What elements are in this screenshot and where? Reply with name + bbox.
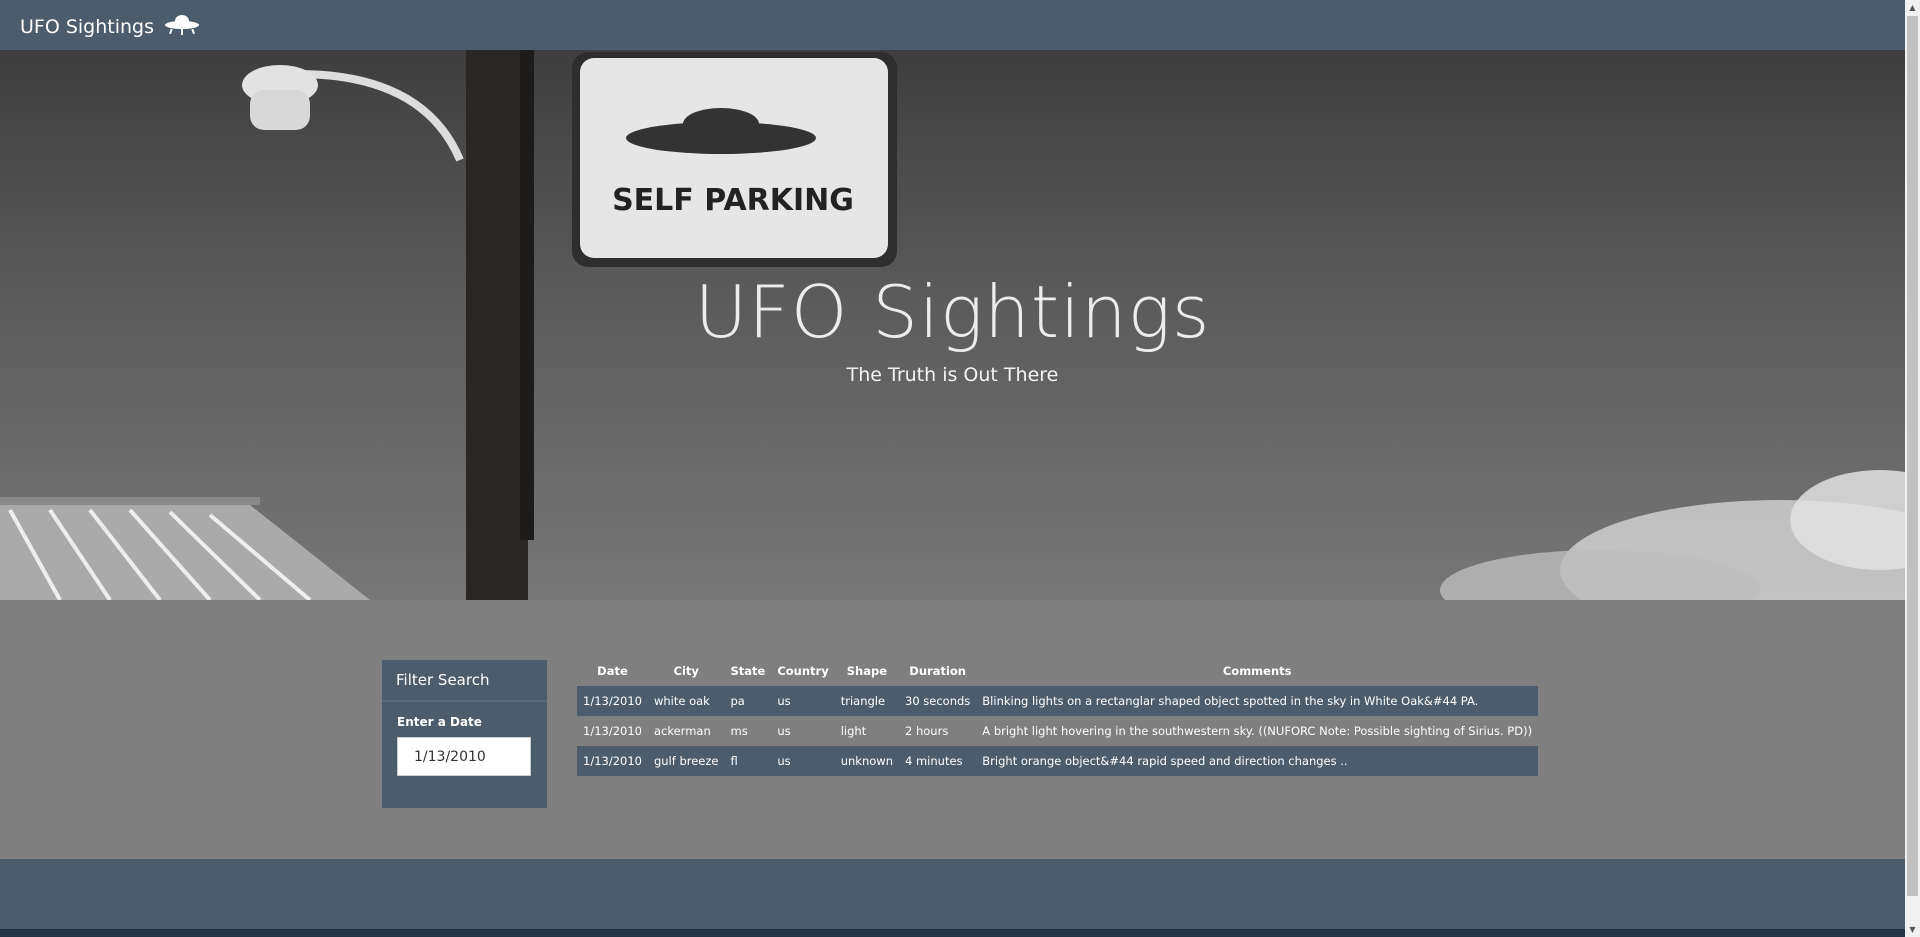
table-cell: gulf breeze [653, 754, 719, 768]
table-cell: triangle [840, 694, 886, 708]
table-cell: pa [730, 694, 745, 708]
column-header: Shape [846, 664, 887, 678]
table-row: 1/13/2010 gulf breeze fl us unknown 4 mi… [577, 746, 1539, 776]
navbar: UFO Sightings [0, 0, 1920, 50]
column-header: Duration [909, 664, 966, 678]
footer [0, 859, 1905, 937]
column-header: Country [777, 664, 829, 678]
filter-heading: Filter Search [382, 660, 547, 702]
hero-subtitle: The Truth is Out There [846, 364, 1059, 386]
table-cell: Bright orange object&#44 rapid speed and… [982, 754, 1348, 768]
table-row: 1/13/2010 white oak pa us triangle 30 se… [577, 686, 1539, 716]
table-cell: 1/13/2010 [583, 724, 642, 738]
table-cell: Blinking lights on a rectanglar shaped o… [982, 694, 1479, 708]
ufo-icon [164, 12, 200, 41]
table-cell: light [840, 724, 867, 738]
scroll-up-icon[interactable]: ▲ [1905, 0, 1920, 15]
date-input[interactable] [397, 737, 531, 776]
table-cell: A bright light hovering in the southwest… [982, 724, 1533, 738]
table-cell: unknown [840, 754, 893, 768]
table-cell: us [777, 724, 791, 738]
table-cell: us [777, 694, 791, 708]
footer-edge [0, 929, 1905, 937]
date-label: Enter a Date [397, 715, 482, 729]
hero-banner: SELF PARKING UFO Sightings The Truth is … [0, 50, 1905, 600]
brand-link[interactable]: UFO Sightings [20, 12, 200, 41]
scroll-down-icon[interactable]: ▼ [1905, 922, 1920, 937]
hero-title: UFO Sightings [694, 270, 1211, 354]
table-cell: fl [730, 754, 738, 768]
column-header: State [730, 664, 766, 678]
table-cell: 2 hours [905, 724, 949, 738]
column-header: Comments [1222, 664, 1292, 678]
table-header-row: Date City State Country Shape Duration C… [577, 656, 1538, 686]
table-cell: 4 minutes [905, 754, 963, 768]
sightings-table: Date City State Country Shape Duration C… [577, 656, 1539, 776]
filter-panel: Filter Search Enter a Date [382, 660, 547, 808]
column-header: Date [597, 664, 628, 678]
table-row: 1/13/2010 ackerman ms us light 2 hours A… [577, 716, 1539, 746]
scroll-thumb[interactable] [1907, 16, 1918, 896]
table-cell: 1/13/2010 [583, 694, 642, 708]
table-cell: 1/13/2010 [583, 754, 642, 768]
brand-label: UFO Sightings [20, 15, 155, 38]
sign-text: SELF PARKING [612, 183, 854, 218]
table-cell: 30 seconds [905, 694, 971, 708]
table-cell: white oak [653, 694, 710, 708]
main-content: Filter Search Enter a Date Date City Sta… [0, 600, 1905, 859]
page-scrollbar[interactable]: ▲ ▼ [1905, 0, 1920, 937]
table-cell: ackerman [653, 724, 711, 738]
table-cell: us [777, 754, 791, 768]
column-header: City [673, 664, 699, 678]
table-cell: ms [730, 724, 748, 738]
